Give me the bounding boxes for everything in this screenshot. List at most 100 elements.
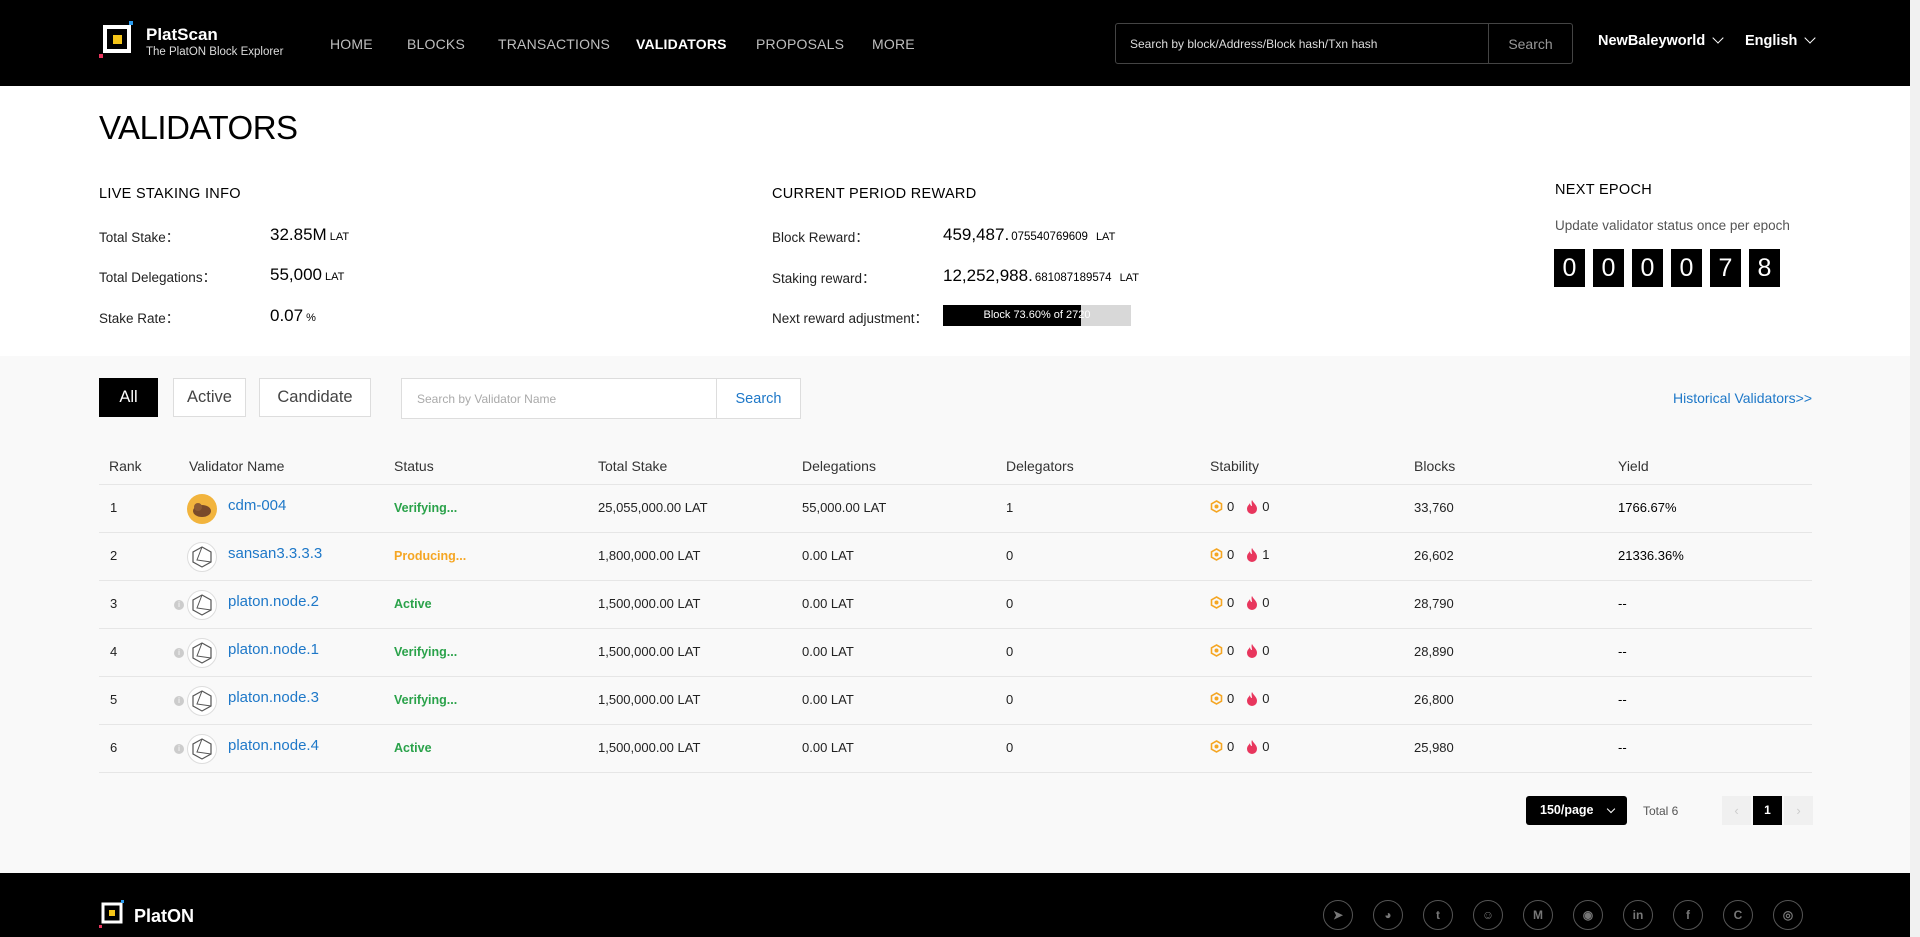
wechat-icon[interactable]: ◕	[1373, 900, 1403, 930]
stability-cell: 00	[1210, 739, 1269, 754]
countdown-digit: 8	[1749, 249, 1780, 287]
platon-logo-icon[interactable]	[99, 900, 129, 930]
info-icon[interactable]: i	[174, 696, 184, 706]
nav-transactions[interactable]: TRANSACTIONS	[498, 36, 610, 52]
nav-more[interactable]: MORE	[872, 36, 915, 52]
status-badge: Verifying...	[394, 501, 458, 515]
rank-cell: 4	[110, 644, 118, 659]
stability-cell: 00	[1210, 499, 1269, 514]
next-page-button[interactable]: ›	[1784, 796, 1813, 825]
blocks-cell: 28,790	[1414, 596, 1454, 611]
countdown-digit: 0	[1671, 249, 1702, 287]
column-header-stability: Stability	[1210, 458, 1260, 474]
tab-active[interactable]: Active	[173, 378, 246, 417]
staking-reward-value: 12,252,988. 681087189574 LAT	[943, 266, 1139, 285]
chevron-down-icon	[1804, 32, 1817, 44]
tab-candidate[interactable]: Candidate	[259, 378, 371, 417]
blocks-cell: 25,980	[1414, 740, 1454, 755]
total-stake-label: Total Stake：	[99, 230, 180, 245]
validator-search-button[interactable]: Search	[716, 379, 800, 418]
total-count: Total 6	[1643, 804, 1679, 818]
yield-cell: --	[1618, 644, 1627, 659]
global-search: Search	[1115, 23, 1573, 64]
status-badge: Verifying...	[394, 645, 458, 659]
staking-reward-label: Staking reward：	[772, 271, 876, 286]
nav-home[interactable]: HOME	[330, 36, 373, 52]
block-reward-label: Block Reward：	[772, 230, 869, 245]
nav-validators[interactable]: VALIDATORS	[636, 36, 727, 52]
next-adjustment-label: Next reward adjustment：	[772, 311, 929, 326]
stability-low-count: 0	[1227, 499, 1235, 514]
column-header-delegations: Delegations	[802, 458, 876, 474]
other-icon[interactable]: ◎	[1773, 900, 1803, 930]
info-icon[interactable]: i	[174, 600, 184, 610]
validator-search-input[interactable]	[402, 379, 716, 418]
historical-validators-link[interactable]: Historical Validators>>	[1673, 390, 1812, 406]
twitter-icon[interactable]: t	[1423, 900, 1453, 930]
yield-cell: --	[1618, 740, 1627, 755]
column-header-yield: Yield	[1618, 458, 1649, 474]
countdown-digit: 7	[1710, 249, 1741, 287]
table-row: 2 sansan3.3.3.3 Producing... 1,800,000.00 L…	[99, 533, 1812, 581]
validator-name-link[interactable]: platon.node.3	[228, 689, 319, 706]
info-icon[interactable]: i	[174, 744, 184, 754]
scrollbar[interactable]	[1910, 0, 1920, 937]
linkedin-icon[interactable]: in	[1623, 900, 1653, 930]
delegators-cell: 0	[1006, 692, 1014, 707]
delegations-cell: 0.00 LAT	[802, 548, 854, 563]
total-stake-cell: 1,800,000.00 LAT	[598, 548, 701, 563]
stability-low-count: 0	[1227, 739, 1235, 754]
medium-icon[interactable]: M	[1523, 900, 1553, 930]
total-stake-cell: 1,500,000.00 LAT	[598, 692, 701, 707]
nav-proposals[interactable]: PROPOSALS	[756, 36, 844, 52]
stability-cell: 01	[1210, 547, 1269, 562]
validator-name-link[interactable]: platon.node.4	[228, 737, 319, 754]
delegations-cell: 0.00 LAT	[802, 596, 854, 611]
validator-search: Search	[401, 378, 801, 419]
footer: PlatON ➤ ◕ t ☺ M ◉ in f C ◎	[0, 873, 1910, 937]
reddit-icon[interactable]: ☺	[1473, 900, 1503, 930]
total-delegations-label: Total Delegations：	[99, 270, 217, 285]
stability-slash-count: 1	[1262, 547, 1270, 562]
validator-name-link[interactable]: sansan3.3.3.3	[228, 545, 322, 562]
total-delegations-value: 55,000 LAT	[270, 265, 345, 284]
validator-avatar	[187, 734, 217, 764]
language-select[interactable]: English	[1745, 32, 1817, 49]
total-stake-value: 32.85M LAT	[270, 225, 350, 244]
validator-name-link[interactable]: cdm-004	[228, 497, 286, 514]
low-block-rate-icon	[1210, 500, 1223, 513]
tab-all[interactable]: All	[99, 378, 158, 417]
prev-page-button[interactable]: ‹	[1722, 796, 1751, 825]
global-search-button[interactable]: Search	[1488, 24, 1572, 63]
validator-name-link[interactable]: platon.node.2	[228, 593, 319, 610]
table-row: 3 i platon.node.2 Active 1,500,000.00 LAT 0.0…	[99, 581, 1812, 629]
status-badge: Active	[394, 741, 432, 755]
stability-low-count: 0	[1227, 547, 1235, 562]
chevron-down-icon	[1606, 804, 1615, 814]
delegators-cell: 0	[1006, 644, 1014, 659]
network-select[interactable]: NewBaleyworld	[1598, 32, 1724, 49]
telegram-icon[interactable]: ➤	[1323, 900, 1353, 930]
yield-cell: 1766.67%	[1618, 500, 1677, 515]
blocks-cell: 26,800	[1414, 692, 1454, 707]
rank-cell: 5	[110, 692, 118, 707]
coinmarketcap-icon[interactable]: C	[1723, 900, 1753, 930]
page-title: VALIDATORS	[99, 109, 298, 146]
nav-blocks[interactable]: BLOCKS	[407, 36, 465, 52]
validator-name-link[interactable]: platon.node.1	[228, 641, 319, 658]
status-badge: Verifying...	[394, 693, 458, 707]
page-size-select[interactable]: 150/page	[1526, 796, 1627, 825]
page-button-current[interactable]: 1	[1753, 796, 1782, 825]
rank-cell: 6	[110, 740, 118, 755]
global-search-input[interactable]	[1116, 24, 1488, 63]
column-header-rank: Rank	[109, 458, 142, 474]
stability-low-count: 0	[1227, 691, 1235, 706]
epoch-countdown: 0 0 0 0 7 8	[1554, 249, 1780, 287]
facebook-icon[interactable]: f	[1673, 900, 1703, 930]
github-icon[interactable]: ◉	[1573, 900, 1603, 930]
status-badge: Active	[394, 597, 432, 611]
network-label: NewBaleyworld	[1598, 33, 1706, 49]
low-block-rate-icon	[1210, 548, 1223, 561]
info-icon[interactable]: i	[174, 648, 184, 658]
logo-title[interactable]: PlatScan	[146, 25, 218, 45]
